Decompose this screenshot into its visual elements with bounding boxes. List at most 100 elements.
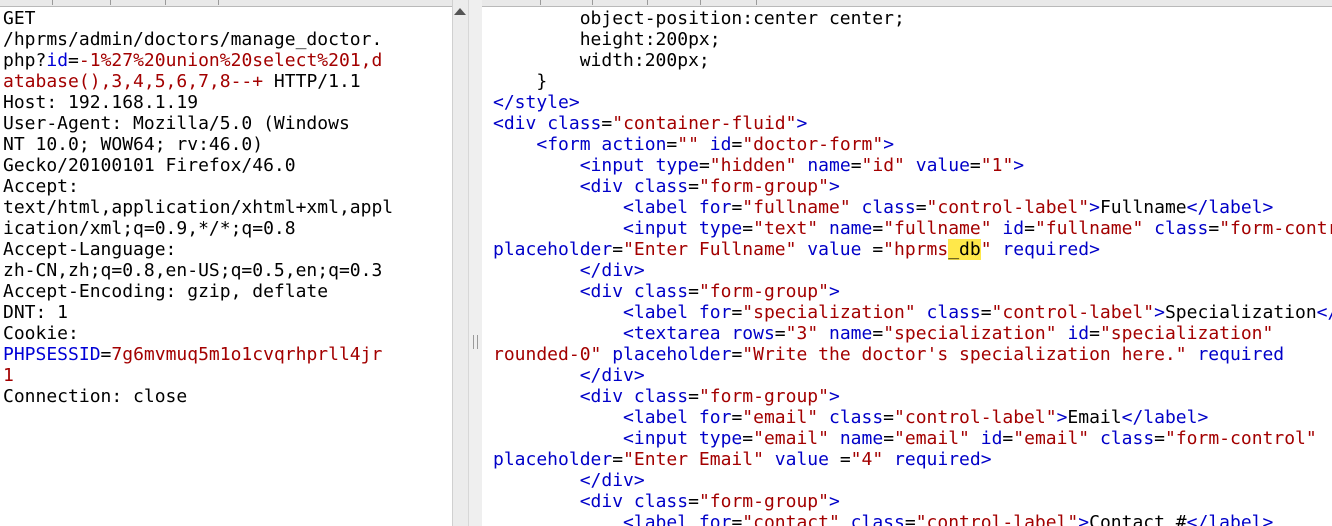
request-token: id bbox=[46, 50, 69, 71]
response-token: <input bbox=[579, 155, 645, 176]
response-token: = bbox=[698, 155, 710, 176]
response-tab[interactable] bbox=[540, 0, 541, 5]
response-line: <label for="contact" class="control-labe… bbox=[493, 512, 1332, 526]
response-token bbox=[688, 218, 699, 239]
response-token bbox=[645, 155, 656, 176]
response-token: = bbox=[688, 176, 699, 197]
response-line: </div> bbox=[493, 260, 1332, 281]
request-tab-strip[interactable] bbox=[0, 0, 452, 7]
response-token: = bbox=[731, 344, 743, 365]
response-token bbox=[493, 323, 623, 344]
splitter-grip-icon[interactable] bbox=[473, 335, 478, 349]
request-token: Gecko/20100101 Firefox/46.0 bbox=[3, 155, 296, 176]
request-tab[interactable] bbox=[110, 0, 111, 5]
response-line: } bbox=[493, 71, 1332, 92]
response-tab-strip[interactable] bbox=[482, 0, 1332, 7]
request-line: 1 bbox=[3, 365, 393, 386]
request-line: PHPSESSID=7g6mvmuq5m1o1cvqrhprll4jr bbox=[3, 344, 393, 365]
response-token: > bbox=[1078, 512, 1090, 526]
request-token: -1%27%20union%20select%201,d bbox=[78, 50, 383, 71]
response-token: "hidden" bbox=[709, 155, 797, 176]
response-token: > bbox=[1154, 302, 1165, 323]
response-token bbox=[493, 197, 623, 218]
response-token: "form-group" bbox=[698, 281, 829, 302]
request-tab[interactable] bbox=[218, 0, 219, 5]
request-line: GET bbox=[3, 8, 393, 29]
response-token: class bbox=[547, 113, 602, 134]
response-token: > bbox=[980, 449, 992, 470]
response-token: "form-group" bbox=[698, 491, 829, 512]
response-token: placeholder bbox=[493, 239, 613, 260]
response-token: class bbox=[633, 491, 689, 512]
response-tab[interactable] bbox=[647, 0, 648, 5]
response-token: <div bbox=[493, 113, 537, 134]
response-token: "3" bbox=[785, 323, 819, 344]
response-token: = bbox=[850, 155, 862, 176]
response-token bbox=[829, 428, 840, 449]
request-token: PHPSESSID bbox=[3, 344, 101, 365]
response-token bbox=[623, 176, 634, 197]
request-line: Host: 192.168.1.19 bbox=[3, 92, 393, 113]
response-token: > bbox=[1089, 239, 1100, 260]
response-line: <div class="form-group"> bbox=[493, 176, 1332, 197]
request-scrollbar[interactable] bbox=[452, 0, 468, 526]
response-token: Specialization bbox=[1164, 302, 1317, 323]
response-token: </div> bbox=[579, 260, 645, 281]
response-tab[interactable] bbox=[592, 0, 593, 5]
response-tab[interactable] bbox=[756, 0, 757, 5]
response-token: class bbox=[633, 176, 689, 197]
response-token: = bbox=[731, 512, 743, 526]
response-token: value bbox=[807, 239, 862, 260]
response-token: = bbox=[915, 197, 927, 218]
request-token: 7g6mvmuq5m1o1cvqrhprll4jr bbox=[111, 344, 383, 365]
scroll-up-arrow-icon[interactable] bbox=[454, 8, 466, 15]
response-token bbox=[591, 134, 602, 155]
response-token: "email" bbox=[742, 407, 819, 428]
response-token bbox=[1089, 428, 1100, 449]
response-line: width:200px; bbox=[493, 50, 1332, 71]
request-line: /hprms/admin/doctors/manage_doctor. bbox=[3, 29, 393, 50]
response-token: = bbox=[1002, 428, 1014, 449]
response-token bbox=[493, 176, 580, 197]
response-line: </style> bbox=[493, 92, 1332, 113]
response-token bbox=[493, 134, 536, 155]
response-token: class bbox=[1154, 218, 1209, 239]
response-token bbox=[493, 428, 623, 449]
response-token: "Enter Email" bbox=[623, 449, 764, 470]
response-token: <label bbox=[623, 197, 689, 218]
response-token bbox=[1143, 218, 1154, 239]
request-tab[interactable] bbox=[165, 0, 166, 5]
response-token bbox=[818, 218, 829, 239]
request-token: DNT: 1 bbox=[3, 302, 69, 323]
request-token: php? bbox=[3, 50, 47, 71]
response-token: </div> bbox=[579, 470, 645, 491]
request-token: /hprms/admin/doctors/manage_doctor. bbox=[3, 29, 383, 50]
pane-splitter[interactable] bbox=[468, 0, 483, 526]
response-token bbox=[493, 470, 580, 491]
response-token bbox=[493, 260, 580, 281]
raw-http-request[interactable]: GET/hprms/admin/doctors/manage_doctor. ph… bbox=[3, 8, 393, 407]
request-tab[interactable] bbox=[52, 0, 53, 5]
response-token bbox=[721, 323, 732, 344]
response-token: = bbox=[666, 134, 678, 155]
request-line: zh-CN,zh;q=0.8,en-US;q=0.5,en;q=0.3 bbox=[3, 260, 393, 281]
response-token: "text" bbox=[753, 218, 819, 239]
response-token: "" bbox=[677, 134, 699, 155]
response-line: </div> bbox=[493, 470, 1332, 491]
response-token: = bbox=[731, 134, 743, 155]
response-token bbox=[493, 491, 580, 512]
request-token: 1 bbox=[3, 365, 14, 386]
response-token: "fullname" bbox=[883, 218, 992, 239]
response-token: "control-label" bbox=[991, 302, 1155, 323]
response-pane[interactable]: object-position:center center; height:20… bbox=[482, 0, 1332, 526]
response-token: <div bbox=[579, 491, 624, 512]
response-token: "email" bbox=[753, 428, 829, 449]
response-token bbox=[764, 449, 775, 470]
request-pane[interactable]: GET/hprms/admin/doctors/manage_doctor. ph… bbox=[0, 0, 452, 526]
response-tab[interactable] bbox=[700, 0, 701, 5]
response-token: </label> bbox=[1316, 302, 1332, 323]
raw-http-response[interactable]: object-position:center center; height:20… bbox=[493, 8, 1332, 526]
response-line: object-position:center center; bbox=[493, 8, 1332, 29]
response-token: name bbox=[839, 428, 884, 449]
response-token bbox=[688, 512, 699, 526]
